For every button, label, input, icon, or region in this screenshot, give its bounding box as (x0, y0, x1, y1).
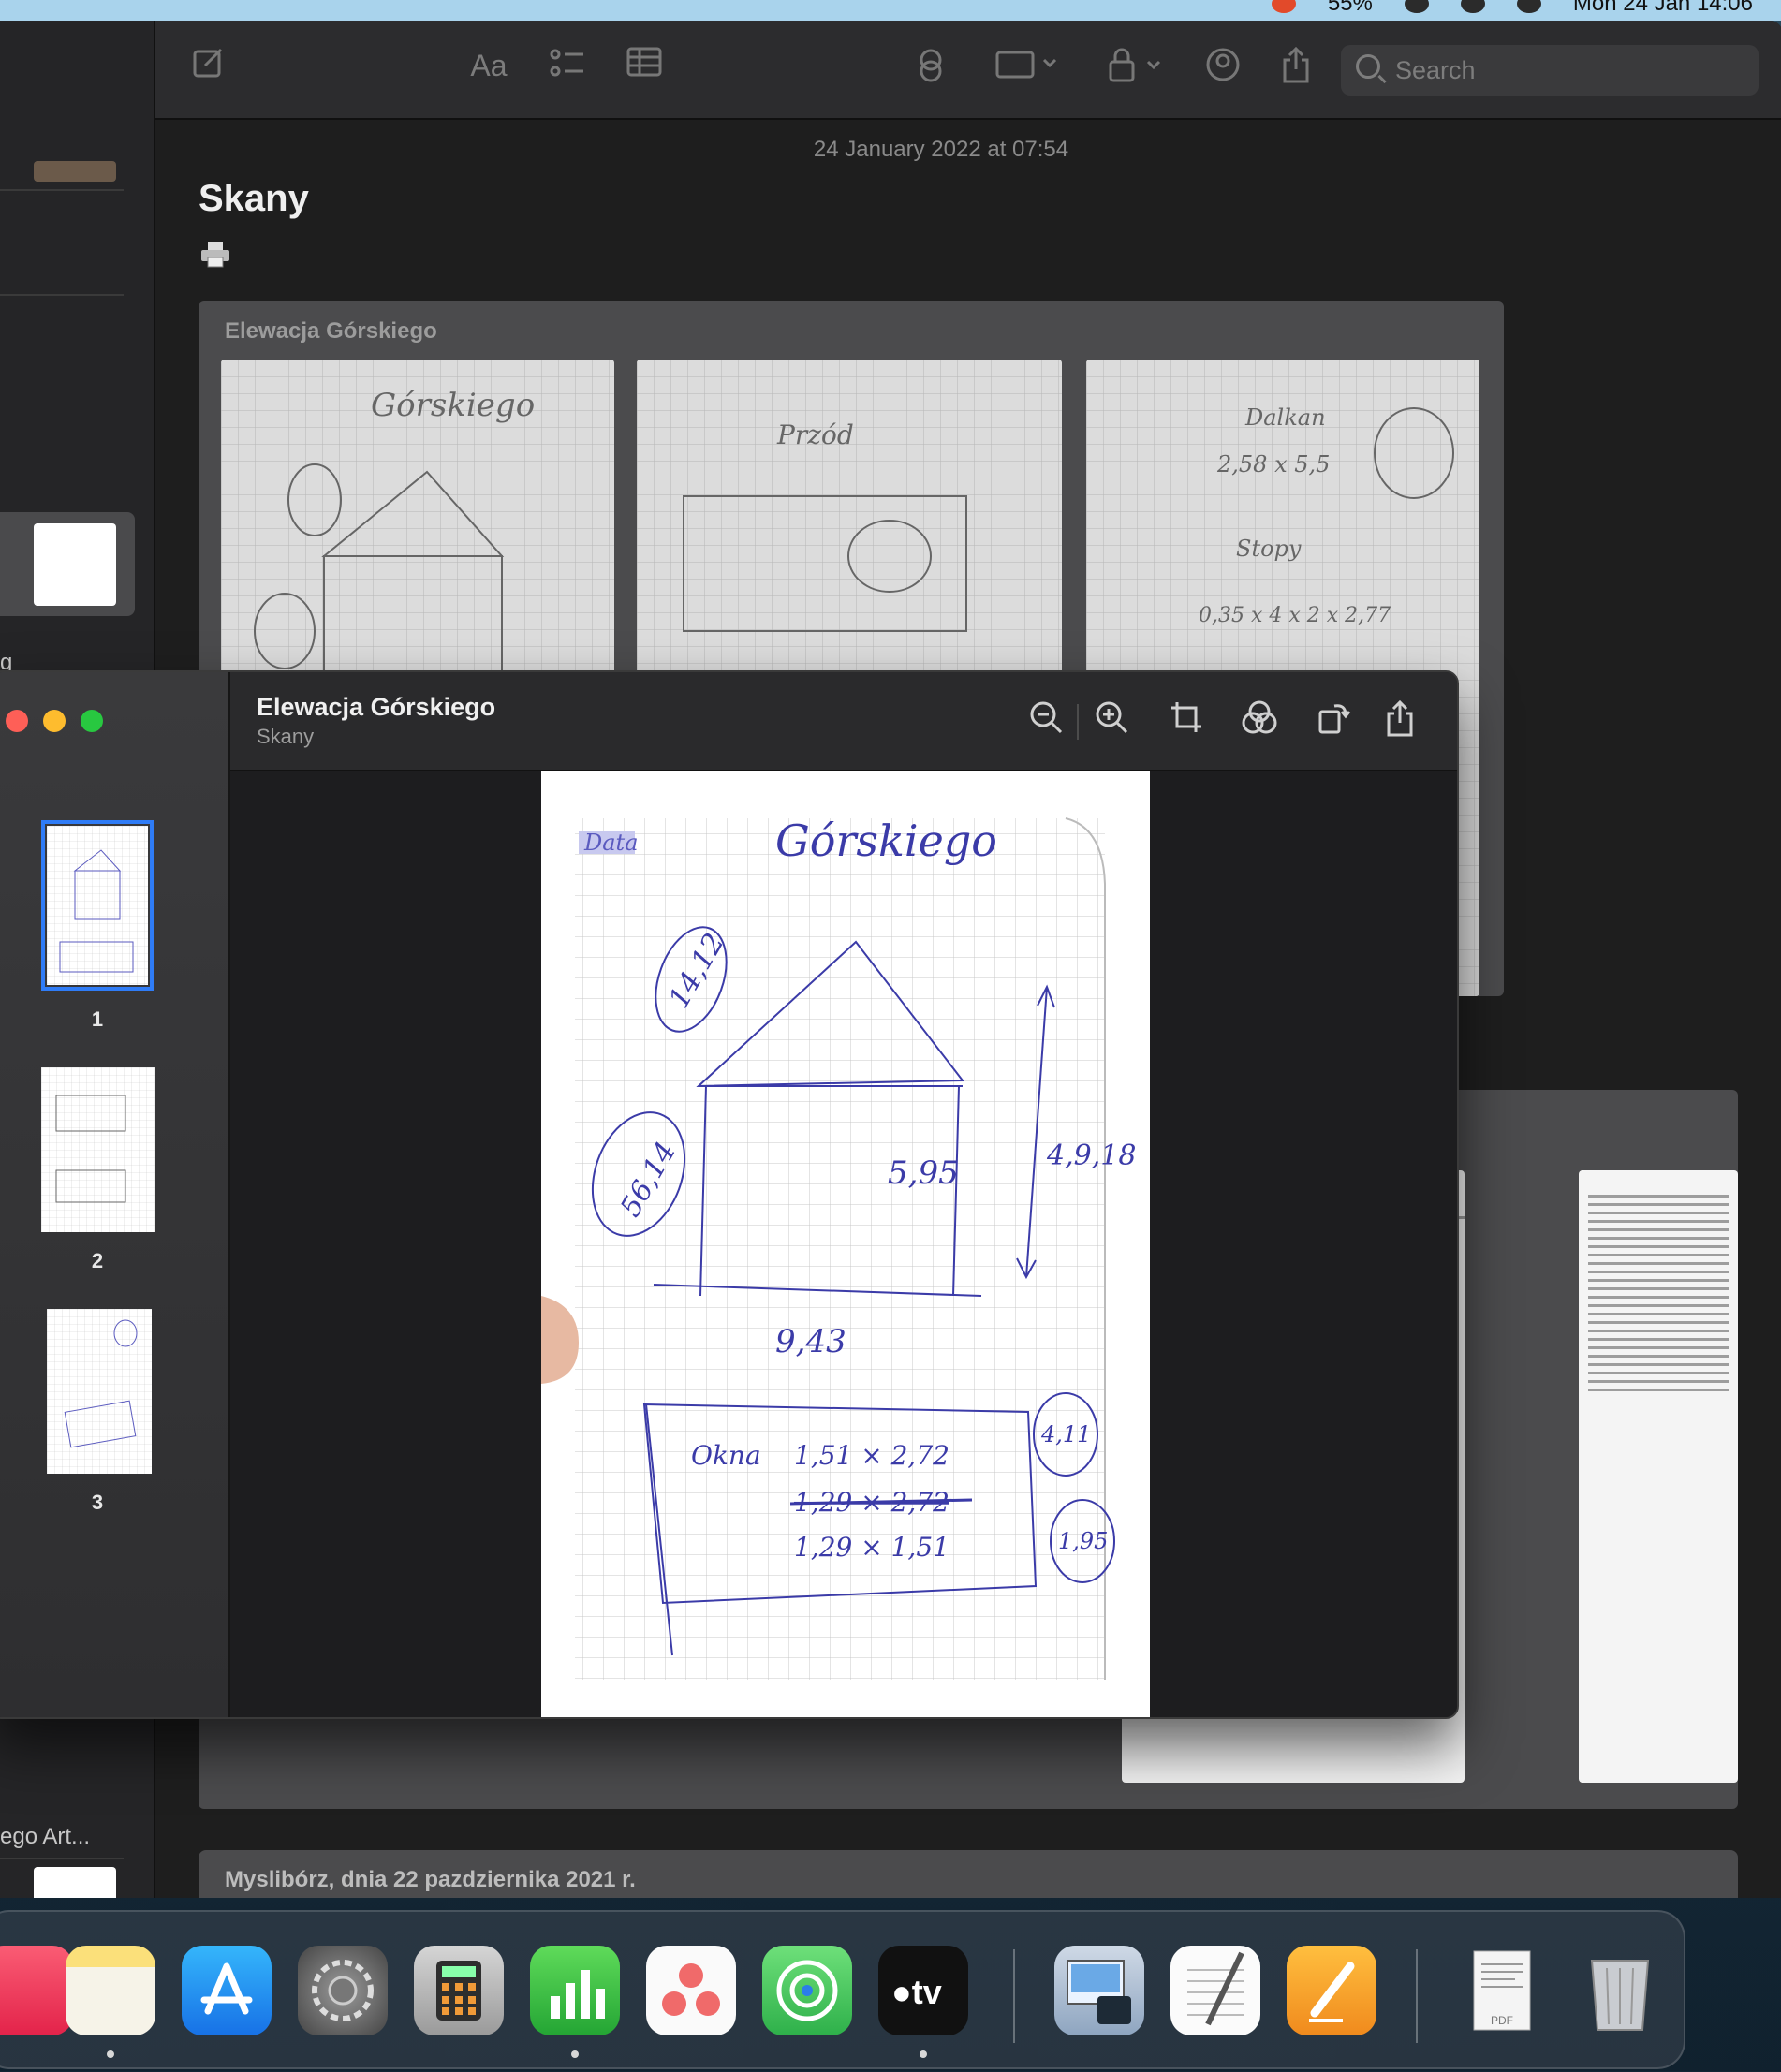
svg-text:0,35 x 4 x 2 x 2,77: 0,35 x 4 x 2 x 2,77 (1199, 604, 1391, 627)
record-icon[interactable] (1271, 0, 1296, 13)
scan-annotation: Okna (691, 1440, 761, 1471)
scan-header-text: Data (583, 830, 639, 856)
toolbar-divider (1077, 704, 1079, 740)
dock-separator (1013, 1949, 1015, 2043)
running-indicator (920, 2050, 927, 2058)
scan-title-text: Górskiego (775, 816, 997, 866)
divider (0, 1858, 124, 1859)
share-icon[interactable] (1380, 699, 1420, 740)
scan-annotation: 9,43 (775, 1323, 846, 1360)
pdf-document-icon[interactable]: PDF (1459, 1946, 1549, 2035)
compose-icon[interactable] (187, 47, 228, 84)
menu-bar-status: 55% Mon 24 Jan 14:06 (1271, 0, 1753, 17)
svg-text:Stopy: Stopy (1236, 536, 1302, 562)
running-indicator (571, 2050, 579, 2058)
scan-annotation: 1,95 (1058, 1528, 1108, 1554)
user-icon[interactable] (1404, 0, 1429, 13)
app-store-icon[interactable] (182, 1946, 272, 2035)
note-date: 24 January 2022 at 07:54 (813, 137, 1069, 162)
share-icon[interactable] (1275, 46, 1317, 84)
markup-icon[interactable] (1240, 700, 1279, 740)
page-number-label: 2 (91, 1249, 104, 1272)
checklist-icon[interactable] (547, 47, 588, 84)
svg-text:PDF: PDF (1491, 2014, 1513, 2027)
page-thumbnail-1[interactable] (41, 820, 154, 991)
crop-icon[interactable] (1167, 700, 1206, 740)
attachment-label: Myslibórz, dnia 22 pazdziernika 2021 r. (225, 1867, 636, 1892)
scan-page-image[interactable]: Data Górskiego 14,12 56,14 5,95 4,9,18 9… (541, 771, 1150, 1717)
attachment-label: Elewacja Górskiego (225, 318, 437, 344)
rotate-icon[interactable] (1315, 700, 1354, 740)
music-icon[interactable] (0, 1946, 73, 2035)
numbers-icon[interactable] (530, 1946, 620, 2035)
lock-icon[interactable] (1103, 47, 1169, 84)
divider (0, 189, 124, 191)
control-center-icon[interactable] (1516, 0, 1541, 13)
note-thumbnail[interactable] (34, 1867, 116, 1898)
battery-label[interactable]: 55% (1328, 0, 1373, 17)
text-format-icon[interactable]: Aa (468, 47, 509, 84)
zoom-out-icon[interactable] (1026, 700, 1066, 740)
minimize-window-button[interactable] (43, 710, 66, 732)
scan-annotation: 4,9,18 (1046, 1139, 1136, 1172)
search-field[interactable] (1341, 45, 1759, 96)
scan-annotation: 4,11 (1040, 1421, 1091, 1447)
page-thumbnail-3[interactable] (47, 1309, 152, 1474)
zoom-window-button[interactable] (81, 710, 103, 732)
page-thumbnail-2[interactable] (41, 1067, 155, 1232)
preview-title: Elewacja Górskiego (257, 693, 496, 721)
divider (0, 294, 124, 296)
trash-icon[interactable] (1575, 1946, 1665, 2035)
search-icon[interactable] (1460, 0, 1485, 13)
pages-icon[interactable] (1287, 1946, 1376, 2035)
scan-thumb-title: Górskiego (371, 387, 535, 424)
zoom-in-icon[interactable] (1092, 700, 1131, 740)
textedit-icon[interactable] (1170, 1946, 1260, 2035)
running-indicator (107, 2050, 114, 2058)
notes-icon[interactable] (66, 1946, 155, 2035)
dock: ●tv PDF (0, 1910, 1685, 2069)
selected-note-item[interactable] (0, 512, 135, 616)
calculator-icon[interactable] (414, 1946, 504, 2035)
note-thumbnail (34, 523, 116, 606)
page-thumbnails-sidebar: 1 2 3 (0, 672, 230, 1717)
scan-annotation: 1,29 × 1,51 (794, 1532, 949, 1563)
scan-annotation: 5,95 (888, 1154, 959, 1192)
note-item-label[interactable]: ego Art... (0, 1824, 90, 1850)
notes-toolbar: Aa (155, 21, 1781, 120)
scan-thumb-title: Przód (776, 419, 854, 450)
apple-tv-icon[interactable]: ●tv (878, 1946, 968, 2035)
svg-text:2,58 x 5,5: 2,58 x 5,5 (1216, 451, 1330, 478)
scan-preview-window: 1 2 3 Elewacja Górskiego Skany Data Górs… (0, 670, 1459, 1719)
attachment-mysliborz[interactable]: Myslibórz, dnia 22 pazdziernika 2021 r. (199, 1850, 1738, 1898)
document-thumbnail[interactable] (1579, 1170, 1738, 1783)
system-preferences-icon[interactable] (298, 1946, 388, 2035)
search-icon (1356, 54, 1380, 79)
dock-separator (1416, 1949, 1418, 2043)
note-title[interactable]: Skany (199, 178, 309, 220)
clock[interactable]: Mon 24 Jan 14:06 (1573, 0, 1753, 17)
share-person-icon[interactable] (1202, 47, 1244, 84)
asana-icon[interactable] (646, 1946, 736, 2035)
note-thumbnail[interactable] (34, 161, 116, 182)
menu-bar: 55% Mon 24 Jan 14:06 (0, 0, 1781, 21)
table-icon[interactable] (624, 47, 665, 84)
svg-text:Dalkan: Dalkan (1244, 404, 1326, 431)
preview-toolbar: Elewacja Górskiego Skany (230, 672, 1457, 771)
find-my-icon[interactable] (762, 1946, 852, 2035)
close-window-button[interactable] (6, 710, 28, 732)
printer-icon (200, 242, 230, 268)
collaborate-icon[interactable] (910, 47, 951, 84)
page-number-label: 1 (91, 1007, 104, 1031)
preview-icon[interactable] (1054, 1946, 1144, 2035)
svg-text:●tv: ●tv (891, 1973, 942, 2011)
scan-annotation: 1,51 × 2,72 (794, 1440, 949, 1471)
media-icon[interactable] (991, 47, 1066, 84)
page-number-label: 3 (91, 1491, 104, 1514)
preview-subtitle: Skany (257, 725, 315, 748)
search-input[interactable] (1395, 54, 1732, 86)
